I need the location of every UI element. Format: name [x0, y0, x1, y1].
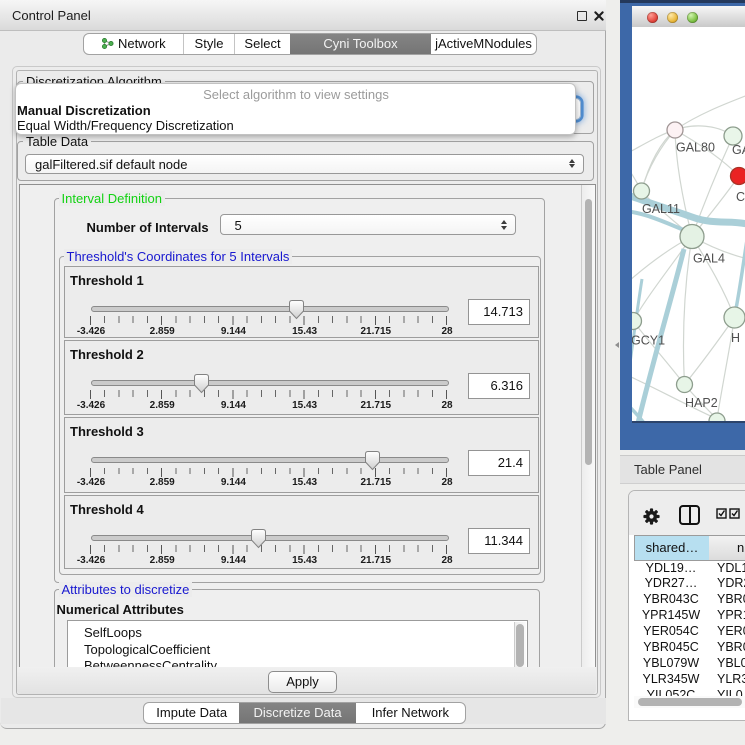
svg-text:GAL11: GAL11	[642, 202, 680, 216]
svg-text:GAL4: GAL4	[693, 252, 725, 266]
svg-text:H: H	[731, 331, 740, 345]
svg-text:GCY1: GCY1	[632, 334, 665, 348]
svg-text:GAL80: GAL80	[676, 141, 715, 155]
svg-text:HAP2: HAP2	[685, 396, 718, 410]
svg-text:C: C	[736, 190, 745, 204]
svg-text:GA: GA	[732, 143, 745, 157]
